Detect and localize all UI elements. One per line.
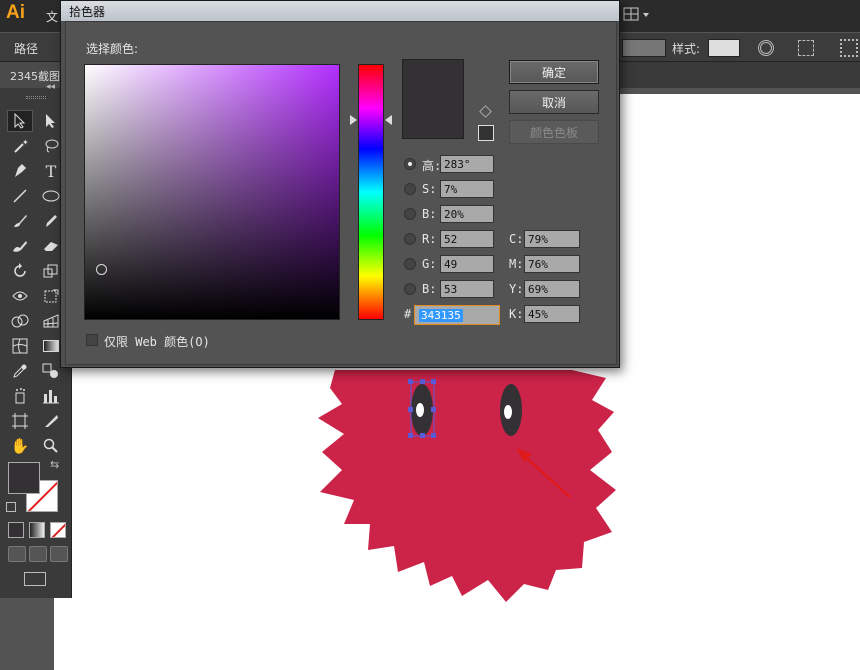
cyan-input[interactable]: 79% — [524, 230, 580, 248]
hand-tool-icon[interactable]: ✋ — [7, 435, 33, 457]
hue-slider-left-arrow-icon[interactable] — [350, 115, 357, 125]
hue-label: 高: — [422, 159, 442, 173]
dialog-titlebar[interactable]: 拾色器 — [61, 1, 619, 21]
magenta-input[interactable]: 76% — [524, 255, 580, 273]
red-input[interactable]: 52 — [440, 230, 494, 248]
grid-icon — [623, 7, 649, 21]
width-tool-icon[interactable] — [7, 285, 33, 307]
blue-input[interactable]: 53 — [440, 280, 494, 298]
web-only-label: 仅限 Web 颜色(O) — [104, 335, 210, 349]
swap-fill-stroke-icon[interactable]: ⇆ — [50, 458, 59, 471]
saturation-radio[interactable] — [404, 183, 416, 195]
color-mode-button[interactable] — [8, 522, 24, 538]
dialog-body: 选择颜色: 高: 283° S: 7% B: 20% R: 52 G: 49 B… — [65, 21, 617, 365]
collapse-panel-icon[interactable]: ◂◂ — [46, 82, 55, 92]
red-radio[interactable] — [404, 233, 416, 245]
draw-behind-button[interactable] — [29, 546, 47, 562]
brightness-gradient — [85, 65, 339, 319]
hex-input[interactable]: 343135 — [414, 305, 500, 325]
slice-tool-icon[interactable] — [38, 410, 64, 432]
yellow-input[interactable]: 69% — [524, 280, 580, 298]
screen-mode-button[interactable] — [24, 572, 46, 586]
black-label: K: — [509, 307, 524, 321]
green-label: G: — [422, 257, 437, 271]
rotate-tool-icon[interactable] — [7, 260, 33, 282]
menu-item-file[interactable]: 文 — [46, 8, 58, 25]
default-fill-stroke-icon[interactable] — [6, 502, 16, 512]
paintbrush-tool-icon[interactable] — [7, 210, 33, 232]
cyan-label: C: — [509, 232, 524, 246]
black-input[interactable]: 45% — [524, 305, 580, 323]
hex-label: # — [404, 307, 412, 321]
shape-builder-tool-icon[interactable] — [7, 310, 33, 332]
green-input[interactable]: 49 — [440, 255, 494, 273]
zoom-tool-icon[interactable] — [38, 435, 64, 457]
red-label: R: — [422, 232, 437, 246]
hue-radio[interactable] — [404, 158, 416, 170]
eyedropper-tool-icon[interactable] — [7, 360, 33, 382]
hue-input[interactable]: 283° — [440, 155, 494, 173]
pen-tool-icon[interactable] — [7, 160, 33, 182]
web-safe-color-swatch[interactable] — [478, 125, 494, 141]
draw-inside-button[interactable] — [50, 546, 68, 562]
select-color-label: 选择颜色: — [86, 42, 139, 56]
hue-slider-right-arrow-icon[interactable] — [385, 115, 392, 125]
hue-slider[interactable] — [358, 64, 384, 320]
app-logo: Ai — [6, 2, 25, 23]
brightness-input[interactable]: 20% — [440, 205, 494, 223]
fill-swatch[interactable] — [8, 462, 40, 494]
saturation-input[interactable]: 7% — [440, 180, 494, 198]
blob-brush-tool-icon[interactable] — [7, 235, 33, 257]
workspace-switcher[interactable] — [622, 4, 652, 26]
magenta-label: M: — [509, 257, 524, 271]
svg-text:✦: ✦ — [22, 138, 28, 147]
brightness-label: B: — [422, 207, 437, 221]
align-icon[interactable] — [798, 40, 814, 56]
ok-button[interactable]: 确定 — [509, 60, 599, 84]
column-graph-tool-icon[interactable] — [38, 385, 64, 407]
style-dropdown[interactable] — [708, 39, 740, 57]
hex-value-selected: 343135 — [419, 309, 463, 322]
green-radio[interactable] — [404, 258, 416, 270]
out-of-gamut-warning-icon[interactable] — [479, 105, 492, 118]
mesh-tool-icon[interactable] — [7, 335, 33, 357]
yellow-label: Y: — [509, 282, 524, 296]
draw-normal-button[interactable] — [8, 546, 26, 562]
style-label: 样式: — [672, 42, 701, 56]
color-swatches-button[interactable]: 颜色色板 — [509, 120, 599, 144]
artboard-tool-icon[interactable] — [7, 410, 33, 432]
web-only-checkbox[interactable] — [86, 334, 98, 346]
saturation-brightness-field[interactable] — [84, 64, 340, 320]
color-picker-dialog: 拾色器 选择颜色: 高: 283° S: 7% B: 20% R: 52 G: … — [60, 0, 620, 368]
color-preview — [402, 59, 464, 139]
selection-type-label: 路径 — [14, 42, 39, 56]
brightness-radio[interactable] — [404, 208, 416, 220]
selection-tool-icon[interactable] — [7, 110, 33, 132]
gradient-mode-button[interactable] — [29, 522, 45, 538]
none-mode-button[interactable] — [50, 522, 66, 538]
panel-grip[interactable] — [26, 96, 46, 99]
color-cursor-icon[interactable] — [96, 264, 107, 275]
magic-wand-tool-icon[interactable]: ✦ — [7, 135, 33, 157]
line-tool-icon[interactable] — [7, 185, 33, 207]
symbol-sprayer-tool-icon[interactable] — [7, 385, 33, 407]
cancel-button[interactable]: 取消 — [509, 90, 599, 114]
transform-icon[interactable] — [840, 39, 858, 57]
blue-radio[interactable] — [404, 283, 416, 295]
opacity-swatch[interactable] — [622, 39, 666, 57]
blue-label: B: — [422, 282, 437, 296]
recolor-icon[interactable] — [758, 40, 774, 56]
saturation-label: S: — [422, 182, 437, 196]
